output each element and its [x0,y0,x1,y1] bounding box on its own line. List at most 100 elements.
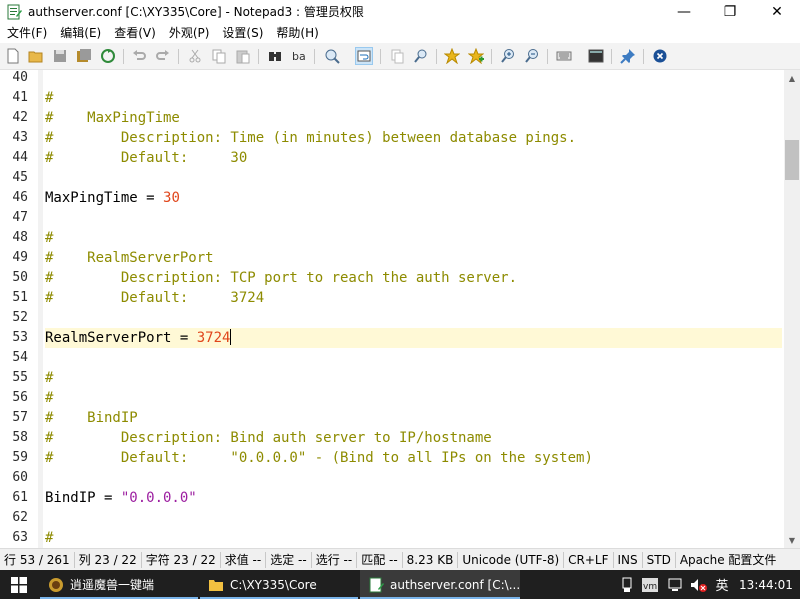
status-selected-lines[interactable]: 选行 -- [312,552,357,568]
reload-icon[interactable] [99,47,117,65]
menu-edit[interactable]: 编辑(E) [53,24,107,41]
code-line[interactable]: 49# RealmServerPort [0,248,784,268]
code-line[interactable]: 57# BindIP [0,408,784,428]
usb-device-icon[interactable] [618,570,636,599]
scroll-up-arrow[interactable]: ▲ [784,70,800,86]
close-document-icon[interactable] [651,47,669,65]
new-file-icon[interactable] [4,47,22,65]
taskbar-app-notepad3[interactable]: authserver.conf [C:\... [360,570,520,599]
zoom-preview-icon[interactable] [323,47,341,65]
line-text[interactable]: # Description: TCP port to reach the aut… [45,268,782,288]
line-text[interactable]: # [45,388,782,408]
notepad3-app-icon[interactable] [6,4,22,20]
clock[interactable]: 13:44:01 [736,570,796,599]
zoom-in-icon[interactable] [499,47,517,65]
code-line[interactable]: 63# [0,528,784,548]
menu-appearance[interactable]: 外观(P) [162,24,216,41]
status-file-size[interactable]: 8.23 KB [403,552,459,568]
code-line[interactable]: 44# Default: 30 [0,148,784,168]
line-text[interactable]: # Default: 3724 [45,288,782,308]
save-all-icon[interactable] [75,47,93,65]
minimize-button[interactable]: — [661,0,707,23]
code-line[interactable]: 43# Description: Time (in minutes) betwe… [0,128,784,148]
scrollbar-thumb[interactable] [785,140,799,180]
code-line[interactable]: 46MaxPingTime = 30 [0,188,784,208]
line-text[interactable] [45,468,782,488]
volume-muted-icon[interactable] [688,570,710,599]
undo-icon[interactable] [130,47,148,65]
code-line[interactable]: 60 [0,468,784,488]
word-wrap-icon[interactable] [355,47,373,65]
close-button[interactable]: ✕ [754,0,800,23]
ime-indicator[interactable]: 英 [712,570,732,599]
network-icon[interactable] [664,570,686,599]
menu-help[interactable]: 帮助(H) [269,24,324,41]
zoom-out-icon[interactable] [523,47,541,65]
line-text[interactable] [45,168,782,188]
scroll-down-arrow[interactable]: ▼ [784,532,800,548]
status-line[interactable]: 行 53 / 261 [0,552,75,568]
taskbar-app-game[interactable]: 逍遥魔兽一键端 [40,570,198,599]
line-text[interactable] [45,508,782,528]
replace-icon[interactable]: ba [290,47,308,65]
code-line[interactable]: 41# [0,88,784,108]
status-evaluate[interactable]: 求值 -- [221,552,266,568]
paste-icon[interactable] [234,47,252,65]
line-text[interactable]: # Default: 30 [45,148,782,168]
keyboard-icon[interactable] [555,47,573,65]
code-line[interactable]: 45 [0,168,784,188]
line-text[interactable]: MaxPingTime = 30 [45,188,782,208]
line-text[interactable]: # [45,368,782,388]
line-text[interactable] [45,348,782,368]
maximize-button[interactable]: ❐ [707,0,753,23]
taskbar-app-explorer[interactable]: C:\XY335\Core [200,570,358,599]
vertical-scrollbar[interactable]: ▲ ▼ [784,70,800,548]
windows-start-icon[interactable] [0,570,38,599]
console-icon[interactable] [587,47,605,65]
bookmark-star-icon[interactable] [443,47,461,65]
line-text[interactable]: # Description: Time (in minutes) between… [45,128,782,148]
line-text[interactable]: # Description: Bind auth server to IP/ho… [45,428,782,448]
status-insert-mode[interactable]: INS [614,552,643,568]
line-text[interactable]: # BindIP [45,408,782,428]
fold-margin[interactable] [38,70,43,548]
code-line[interactable]: 58# Description: Bind auth server to IP/… [0,428,784,448]
line-text[interactable]: # [45,88,782,108]
status-lexer[interactable]: Apache 配置文件 [676,552,781,568]
add-bookmark-icon[interactable] [467,47,485,65]
line-text[interactable]: # [45,528,782,548]
menu-settings[interactable]: 设置(S) [215,24,269,41]
save-icon[interactable] [51,47,69,65]
code-line[interactable]: 61BindIP = "0.0.0.0" [0,488,784,508]
find-icon[interactable] [266,47,284,65]
copy-icon[interactable] [210,47,228,65]
code-line[interactable]: 52 [0,308,784,328]
vm-tray-icon[interactable]: vm [640,570,660,599]
code-line[interactable]: 42# MaxPingTime [0,108,784,128]
current-line[interactable]: 53RealmServerPort = 3724 [0,328,784,348]
search-icon[interactable] [412,47,430,65]
line-text[interactable]: # Default: "0.0.0.0" - (Bind to all IPs … [45,448,782,468]
status-encoding[interactable]: Unicode (UTF-8) [458,552,564,568]
menu-file[interactable]: 文件(F) [0,24,53,41]
pin-icon[interactable] [619,47,637,65]
line-text[interactable] [45,308,782,328]
code-line[interactable]: 62 [0,508,784,528]
code-line[interactable]: 59# Default: "0.0.0.0" - (Bind to all IP… [0,448,784,468]
code-line[interactable]: 47 [0,208,784,228]
code-line[interactable]: 50# Description: TCP port to reach the a… [0,268,784,288]
code-line[interactable]: 55# [0,368,784,388]
status-std[interactable]: STD [643,552,676,568]
code-line[interactable]: 40 [0,70,784,88]
code-line[interactable]: 48# [0,228,784,248]
line-text[interactable]: # MaxPingTime [45,108,782,128]
code-line[interactable]: 51# Default: 3724 [0,288,784,308]
open-folder-icon[interactable] [27,47,45,65]
status-column[interactable]: 列 23 / 22 [75,552,142,568]
status-line-ending[interactable]: CR+LF [564,552,613,568]
editor-area[interactable]: 4041#42# MaxPingTime43# Description: Tim… [0,70,784,548]
redo-icon[interactable] [154,47,172,65]
line-text[interactable]: # [45,228,782,248]
line-text[interactable] [45,70,782,88]
cut-icon[interactable] [186,47,204,65]
